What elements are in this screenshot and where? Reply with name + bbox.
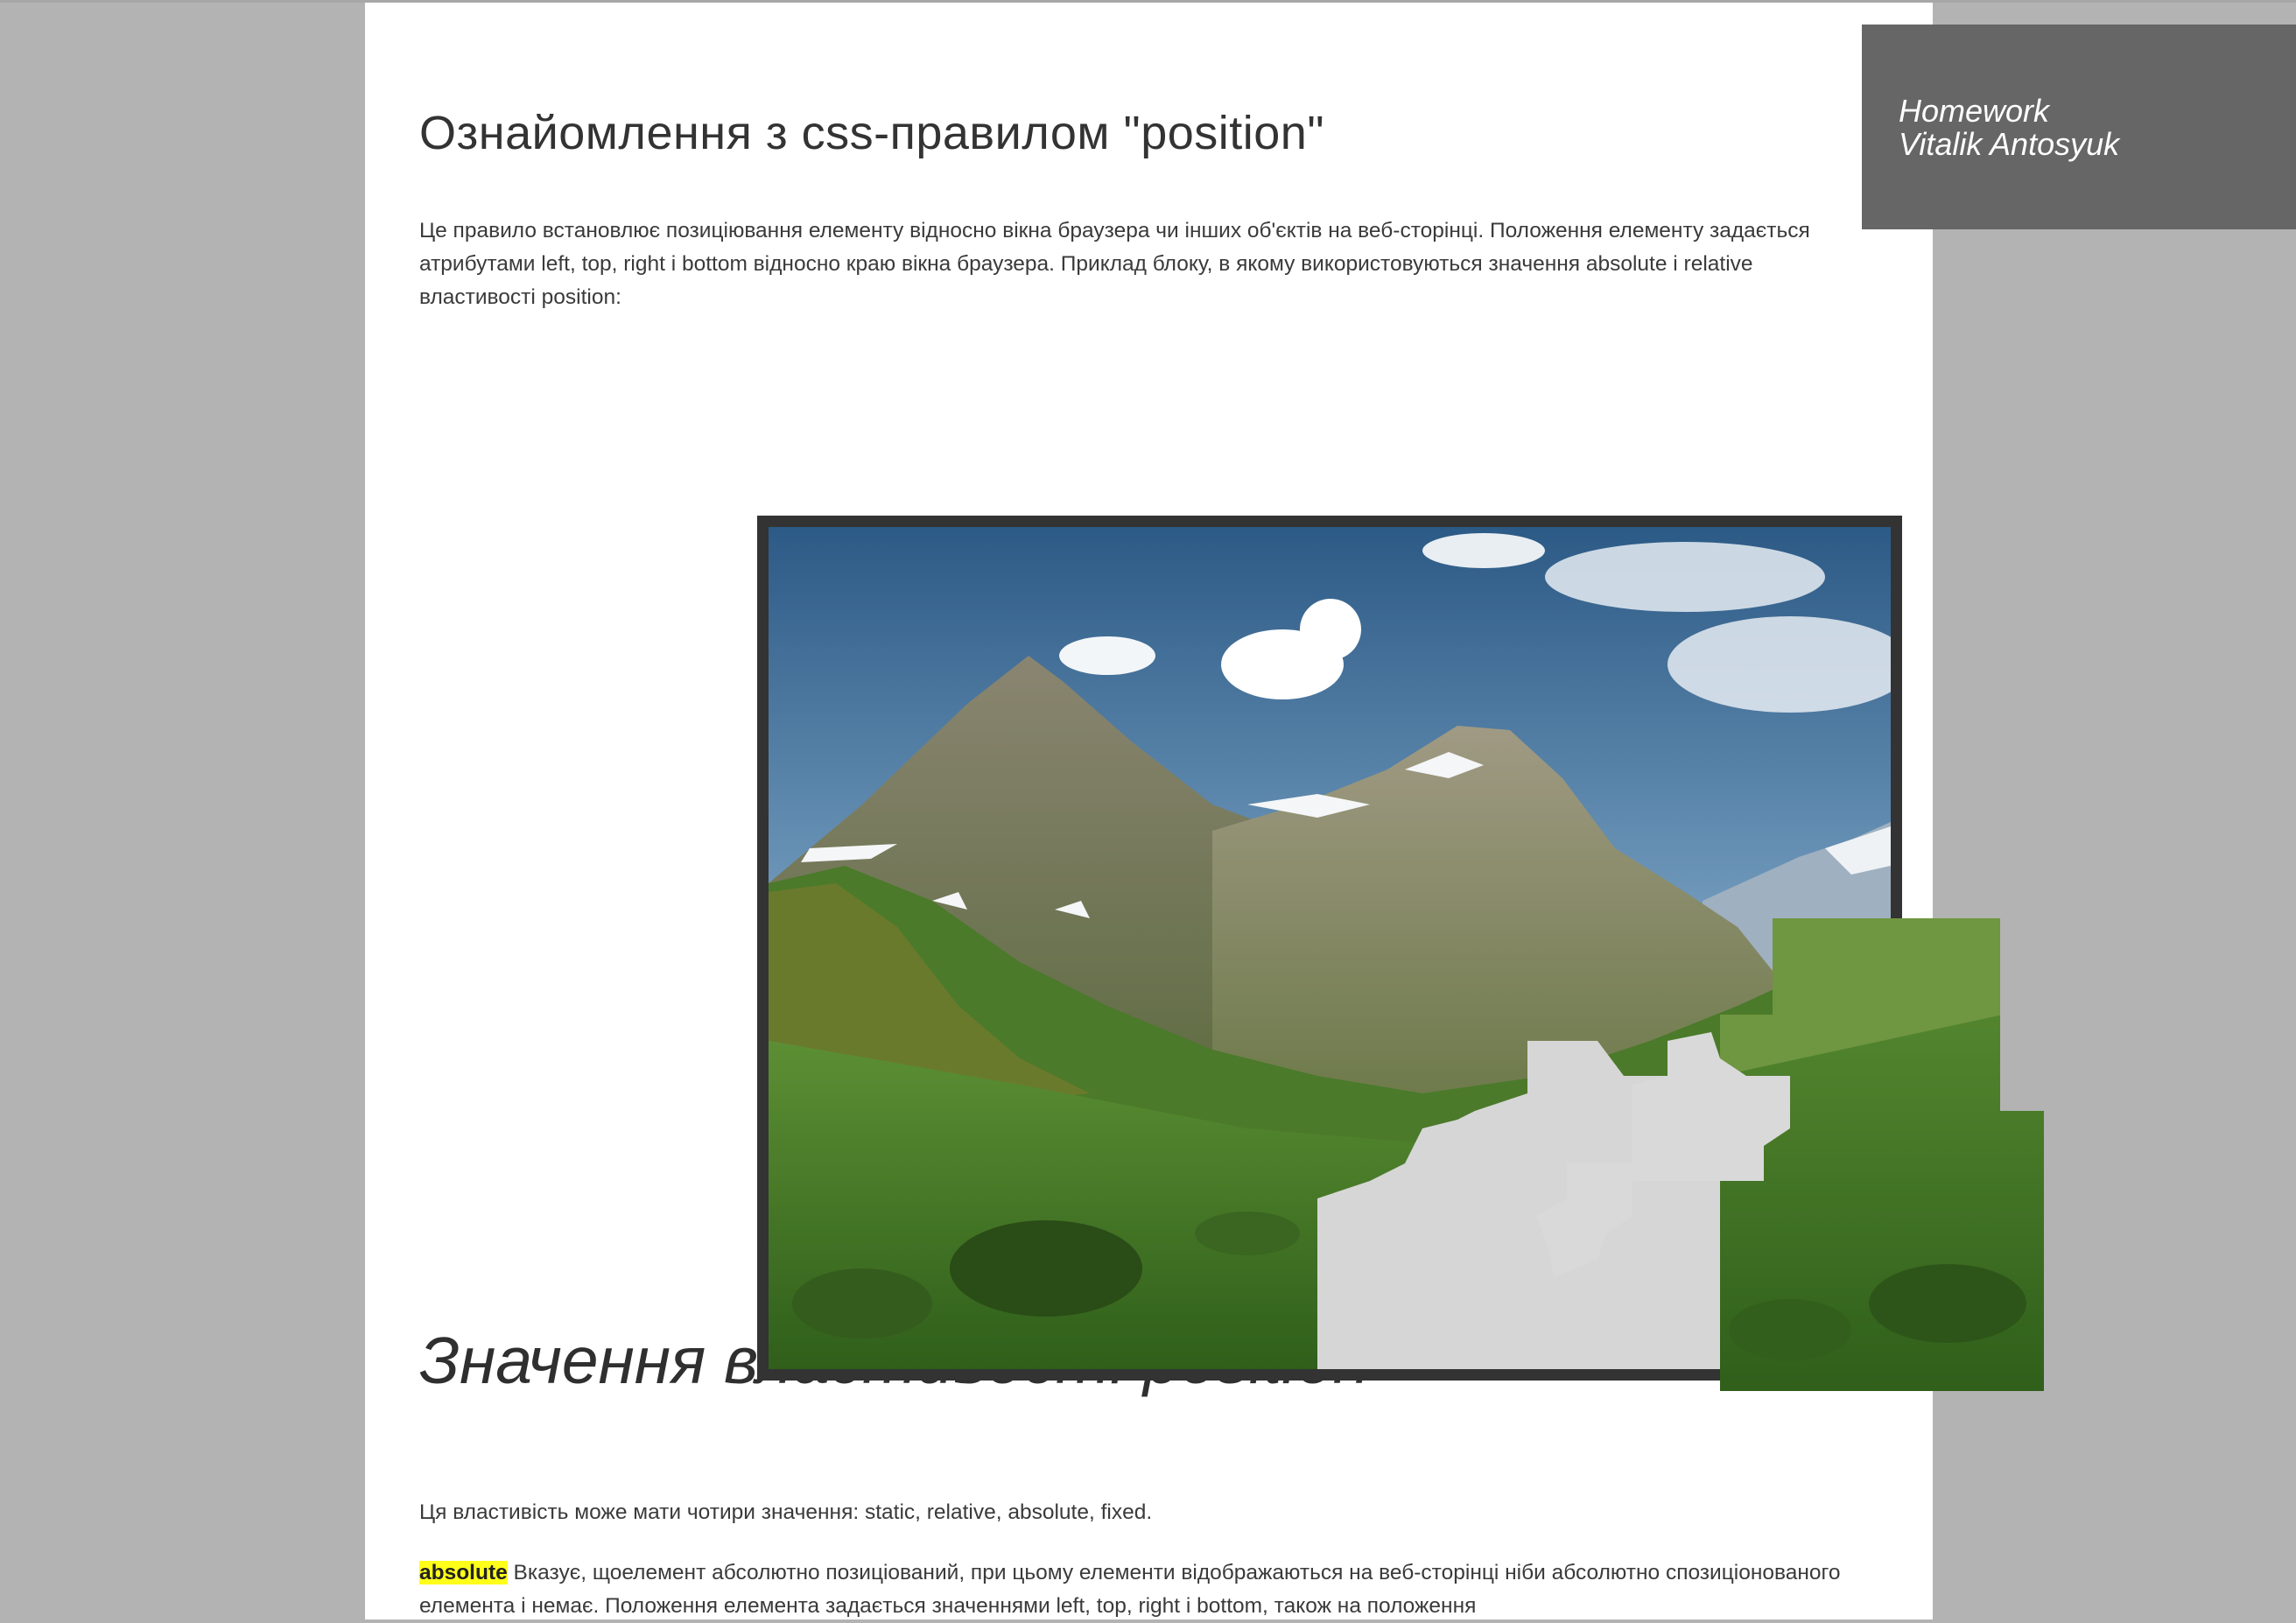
puzzle-image bbox=[757, 516, 2044, 1391]
author-name: Vitalik Antosyuk bbox=[1899, 126, 2120, 162]
absolute-term-highlight: absolute bbox=[419, 1561, 508, 1584]
homework-label: Homework bbox=[1899, 93, 2050, 129]
absolute-description-paragraph: absolute Вказує, щоелемент абсолютно поз… bbox=[419, 1556, 1899, 1623]
page-title: Ознайомлення з css-правилом "position" bbox=[419, 107, 1325, 159]
intro-paragraph: Це правило встановлює позиціювання елеме… bbox=[419, 219, 1810, 309]
homework-badge: Homework Vitalik Antosyuk bbox=[1862, 25, 2296, 229]
position-values-paragraph: Ця властивість може мати чотири значення… bbox=[419, 1500, 1153, 1524]
absolute-description-text: Вказує, щоелемент абсолютно позиціований… bbox=[419, 1561, 1841, 1618]
